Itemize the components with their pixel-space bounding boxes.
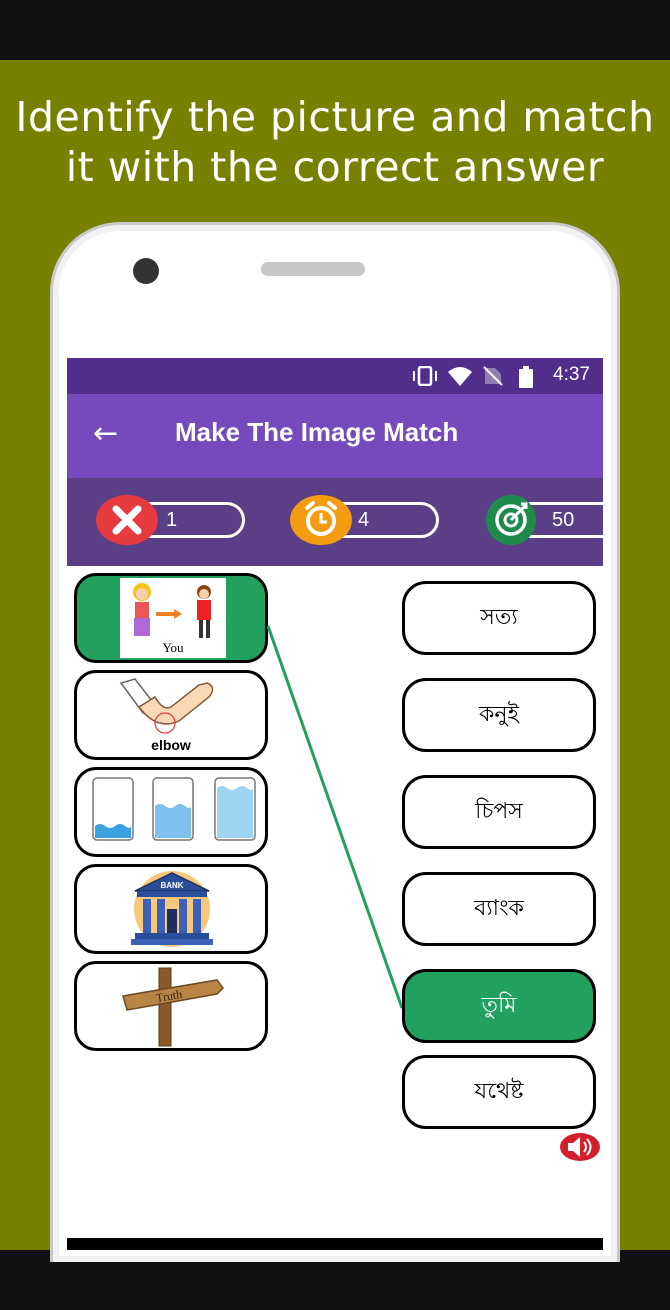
camera-dot xyxy=(133,258,159,284)
promo-headline: Identify the picture and match it with t… xyxy=(15,93,655,191)
app-screen: 4:37 ← Make The Image Match 1 4 50 You e… xyxy=(67,358,603,1250)
answer-button-6[interactable]: যথেষ্ট xyxy=(402,1055,596,1129)
speaker-sound-icon[interactable] xyxy=(559,1132,601,1162)
phone-speaker xyxy=(261,262,365,276)
answer-button-4[interactable]: ব্যাংক xyxy=(402,872,596,946)
answer-button-5[interactable]: তুমি xyxy=(402,969,596,1043)
nav-bar xyxy=(67,1238,603,1250)
answer-button-2[interactable]: কনুই xyxy=(402,678,596,752)
answer-button-1[interactable]: সত্য xyxy=(402,581,596,655)
answer-button-3[interactable]: চিপস xyxy=(402,775,596,849)
